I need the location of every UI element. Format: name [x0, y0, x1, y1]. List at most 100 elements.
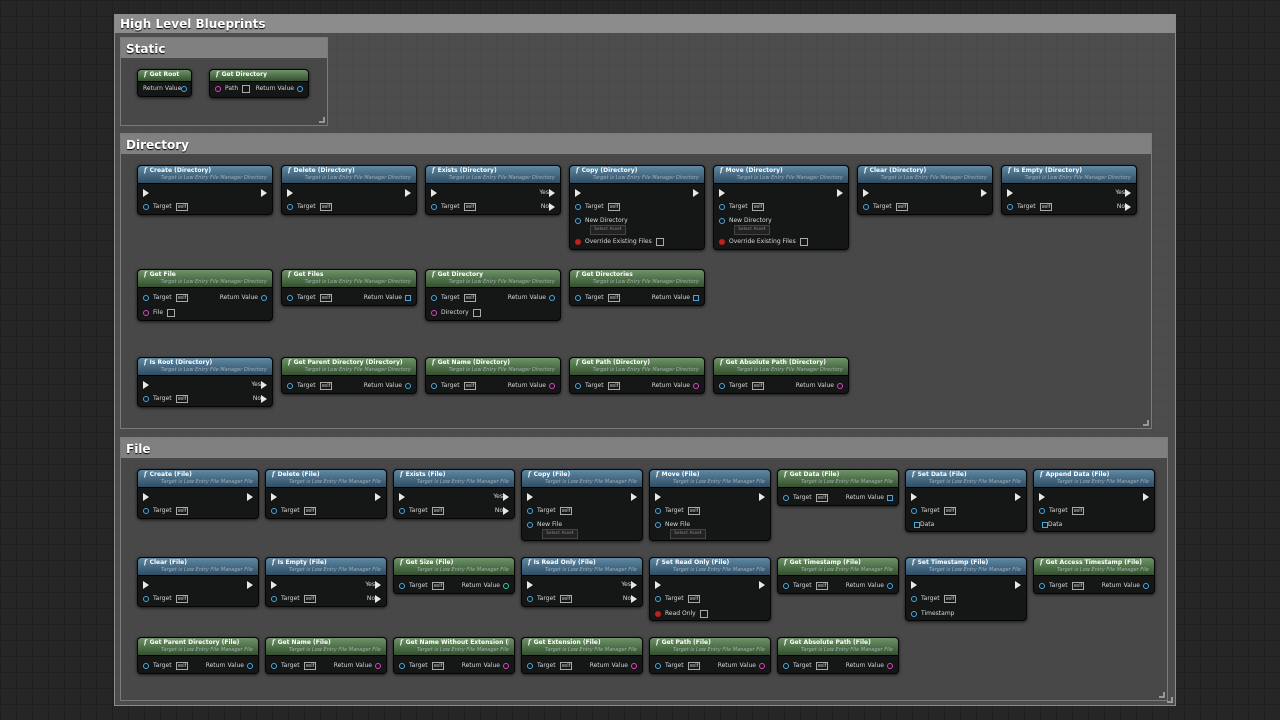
blueprint-node[interactable]: f Exists (Directory) Target is Low Entry F… — [425, 165, 561, 215]
object-pin-icon[interactable] — [783, 495, 789, 501]
blueprint-node[interactable]: f Is Root (Directory) Target is Low Entry … — [137, 357, 273, 407]
object-pin-icon[interactable] — [1143, 583, 1149, 589]
node-header[interactable]: f Set Timestamp (File) Target is Low Entry… — [906, 558, 1026, 576]
blueprint-node[interactable]: f Get Files Target is Low Entry File Manag… — [281, 269, 417, 306]
object-pin-icon[interactable] — [655, 596, 661, 602]
object-pin-icon[interactable] — [655, 522, 661, 528]
blueprint-node[interactable]: f Move (Directory) Target is Low Entry Fil… — [713, 165, 849, 250]
override-checkbox[interactable] — [799, 238, 808, 246]
select-asset-dropdown[interactable]: Select Asset — [542, 529, 578, 539]
exec-pin-icon[interactable] — [759, 493, 765, 501]
node-header[interactable]: f Get Directory — [210, 70, 308, 82]
object-pin-icon[interactable] — [287, 295, 293, 301]
object-pin-icon[interactable] — [655, 508, 661, 514]
string-pin-icon[interactable] — [693, 383, 699, 389]
blueprint-node[interactable]: f Is Read Only (File) Target is Low Entry … — [521, 557, 643, 607]
string-pin-icon[interactable] — [837, 383, 843, 389]
object-pin-icon[interactable] — [143, 396, 149, 402]
node-header[interactable]: f Append Data (File) Target is Low Entry F… — [1034, 470, 1154, 488]
exec-pin-icon[interactable] — [759, 581, 765, 589]
exec-pin-icon[interactable] — [631, 493, 637, 501]
node-header[interactable]: f Get Data (File) Target is Low Entry File… — [778, 470, 898, 488]
path-input[interactable] — [242, 85, 251, 93]
exec-pin-icon[interactable] — [549, 203, 555, 211]
exec-pin-icon[interactable] — [911, 493, 917, 501]
node-header[interactable]: f Get Absolute Path (File) Target is Low E… — [778, 638, 898, 656]
override-checkbox[interactable] — [655, 238, 664, 246]
exec-pin-icon[interactable] — [1039, 493, 1045, 501]
blueprint-node[interactable]: f Get File Target is Low Entry File Manage… — [137, 269, 273, 321]
object-pin-icon[interactable] — [431, 204, 437, 210]
blueprint-node[interactable]: f Delete (Directory) Target is Low Entry F… — [281, 165, 417, 215]
bool-pin-icon[interactable] — [575, 239, 581, 245]
blueprint-node[interactable]: f Get Directories Target is Low Entry File… — [569, 269, 705, 306]
exec-pin-icon[interactable] — [1015, 581, 1021, 589]
exec-pin-icon[interactable] — [527, 581, 533, 589]
exec-pin-icon[interactable] — [1015, 493, 1021, 501]
object-pin-icon[interactable] — [143, 596, 149, 602]
array-pin-icon[interactable] — [693, 295, 699, 301]
select-asset-dropdown[interactable]: Select Asset — [670, 529, 706, 539]
exec-pin-icon[interactable] — [863, 189, 869, 197]
blueprint-node[interactable]: f Get Absolute Path (Directory) Target is … — [713, 357, 849, 394]
blueprint-node[interactable]: f Set Timestamp (File) Target is Low Entry… — [905, 557, 1027, 621]
exec-pin-icon[interactable] — [261, 189, 267, 197]
object-pin-icon[interactable] — [911, 611, 917, 617]
blueprint-node[interactable]: f Get Data (File) Target is Low Entry File… — [777, 469, 899, 506]
blueprint-node[interactable]: f Create (Directory) Target is Low Entry F… — [137, 165, 273, 215]
exec-pin-icon[interactable] — [981, 189, 987, 197]
resize-grip-icon[interactable] — [1159, 692, 1165, 698]
node-header[interactable]: f Get Directories Target is Low Entry File… — [570, 270, 704, 288]
node-header[interactable]: f Create (File) Target is Low Entry File M… — [138, 470, 258, 488]
exec-pin-icon[interactable] — [143, 381, 149, 389]
blueprint-node[interactable]: f Get Timestamp (File) Target is Low Entry… — [777, 557, 899, 594]
string-pin-icon[interactable] — [215, 86, 221, 92]
blueprint-node[interactable]: f Move (File) Target is Low Entry File Man… — [649, 469, 771, 541]
node-header[interactable]: f Set Data (File) Target is Low Entry File… — [906, 470, 1026, 488]
object-pin-icon[interactable] — [287, 204, 293, 210]
exec-pin-icon[interactable] — [143, 581, 149, 589]
object-pin-icon[interactable] — [655, 663, 661, 669]
node-header[interactable]: f Get File Target is Low Entry File Manage… — [138, 270, 272, 288]
object-pin-icon[interactable] — [1007, 204, 1013, 210]
node-header[interactable]: f Is Empty (File) Target is Low Entry File… — [266, 558, 386, 576]
exec-pin-icon[interactable] — [405, 189, 411, 197]
node-header[interactable]: f Move (Directory) Target is Low Entry Fil… — [714, 166, 848, 184]
blueprint-node[interactable]: f Get Absolute Path (File) Target is Low E… — [777, 637, 899, 674]
object-pin-icon[interactable] — [399, 508, 405, 514]
object-pin-icon[interactable] — [431, 383, 437, 389]
blueprint-node[interactable]: f Get Name (Directory) Target is Low Entry… — [425, 357, 561, 394]
exec-pin-icon[interactable] — [655, 493, 661, 501]
object-pin-icon[interactable] — [719, 204, 725, 210]
object-pin-icon[interactable] — [405, 383, 411, 389]
object-pin-icon[interactable] — [143, 508, 149, 514]
node-header[interactable]: f Set Read Only (File) Target is Low Entry… — [650, 558, 770, 576]
object-pin-icon[interactable] — [575, 383, 581, 389]
node-header[interactable]: f Get Parent Directory (Directory) Target … — [282, 358, 416, 376]
blueprint-node[interactable]: f Get Parent Directory (File) Target is Lo… — [137, 637, 259, 674]
blueprint-node[interactable]: f Get Size (File) Target is Low Entry File… — [393, 557, 515, 594]
blueprint-node[interactable]: f Get Directory Path Return Value — [209, 69, 309, 98]
exec-pin-icon[interactable] — [399, 493, 405, 501]
exec-pin-icon[interactable] — [503, 493, 509, 501]
node-header[interactable]: f Get Extension (File) Target is Low Entry… — [522, 638, 642, 656]
exec-pin-icon[interactable] — [287, 189, 293, 197]
exec-pin-icon[interactable] — [1143, 493, 1149, 501]
string-pin-icon[interactable] — [143, 310, 149, 316]
object-pin-icon[interactable] — [297, 86, 303, 92]
object-pin-icon[interactable] — [863, 204, 869, 210]
object-pin-icon[interactable] — [261, 295, 267, 301]
object-pin-icon[interactable] — [783, 663, 789, 669]
object-pin-icon[interactable] — [181, 86, 188, 92]
node-header[interactable]: f Delete (Directory) Target is Low Entry F… — [282, 166, 416, 184]
exec-pin-icon[interactable] — [527, 493, 533, 501]
object-pin-icon[interactable] — [399, 663, 405, 669]
node-header[interactable]: f Exists (File) Target is Low Entry File M… — [394, 470, 514, 488]
exec-pin-icon[interactable] — [261, 395, 267, 403]
object-pin-icon[interactable] — [527, 508, 533, 514]
node-header[interactable]: fGet Name Without Extension (File)Target… — [394, 638, 514, 656]
string-pin-icon[interactable] — [549, 383, 555, 389]
blueprint-node[interactable]: f Copy (File) Target is Low Entry File Man… — [521, 469, 643, 541]
object-pin-icon[interactable] — [575, 218, 581, 224]
object-pin-icon[interactable] — [143, 295, 149, 301]
